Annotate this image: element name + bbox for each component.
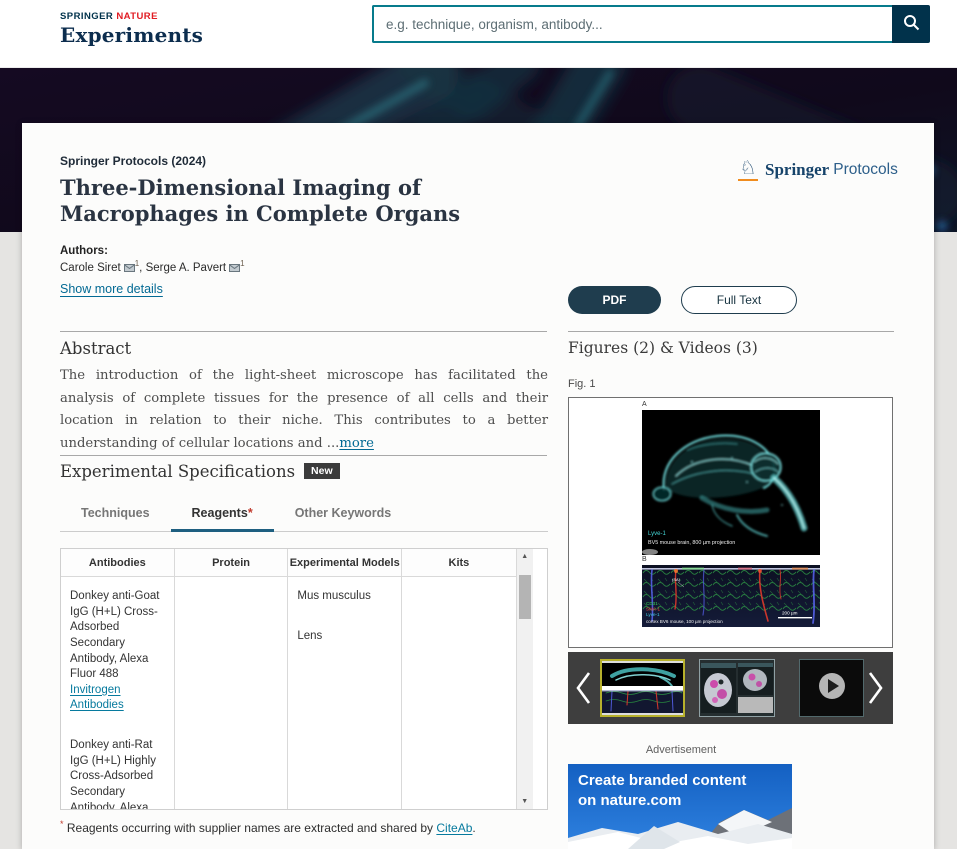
fig1-label: Fig. 1 bbox=[568, 378, 596, 390]
tab-techniques[interactable]: Techniques bbox=[60, 504, 171, 531]
advertisement-label: Advertisement bbox=[568, 744, 794, 756]
panel-b-annotation: (SA) bbox=[672, 577, 681, 582]
panel-a-label: A bbox=[642, 401, 647, 408]
column-protein: Protein bbox=[175, 549, 289, 809]
panel-b-caption: cortex BV6 mouse, 100 µm projection bbox=[646, 619, 723, 624]
new-badge: New bbox=[304, 463, 340, 479]
abstract-heading: Abstract bbox=[60, 339, 131, 358]
panel-b-label: B bbox=[642, 556, 647, 563]
panel-b-stain2: SMA-1 bbox=[646, 607, 660, 612]
antibody-item: Donkey anti-Rat IgG (H+L) Highly Cross-A… bbox=[70, 738, 165, 810]
panel-b-scalebar: 200 µm bbox=[782, 611, 798, 616]
column-header: Kits bbox=[402, 549, 516, 577]
scroll-down-icon[interactable]: ▼ bbox=[517, 798, 533, 805]
play-icon bbox=[817, 671, 847, 706]
cortex-microscopy-image: (SA) CD31 SMA-1 Lyve-1 cortex BV6 mouse,… bbox=[642, 565, 820, 627]
column-header: Antibodies bbox=[61, 549, 174, 577]
divider bbox=[568, 331, 894, 332]
article-card: Springer Protocols (2024) Three-Dimensio… bbox=[22, 123, 934, 849]
model-item: Mus musculus bbox=[297, 589, 392, 605]
author-separator: , bbox=[139, 262, 142, 274]
author[interactable]: Serge A. Pavert1 bbox=[146, 262, 245, 274]
models-cell: Mus musculus Lens bbox=[288, 577, 401, 656]
carousel-thumb-fig2[interactable] bbox=[699, 659, 775, 717]
supplier-link-invitrogen[interactable]: Invitrogen Antibodies bbox=[70, 684, 124, 712]
column-antibodies: Antibodies Donkey anti-Goat IgG (H+L) Cr… bbox=[61, 549, 175, 809]
search-icon bbox=[903, 14, 920, 34]
pdf-button[interactable]: PDF bbox=[568, 286, 661, 314]
site-logo[interactable]: SPRINGER NATURE Experiments bbox=[60, 11, 203, 47]
figure-carousel bbox=[568, 652, 893, 724]
reagents-asterisk: * bbox=[248, 506, 253, 520]
search-bar bbox=[372, 5, 930, 43]
search-button[interactable] bbox=[892, 5, 930, 43]
full-text-button[interactable]: Full Text bbox=[681, 286, 797, 314]
chevron-right-icon[interactable] bbox=[867, 670, 885, 711]
column-header: Protein bbox=[175, 549, 288, 577]
divider bbox=[60, 455, 547, 456]
authors-label: Authors: bbox=[60, 245, 108, 257]
specs-tabs: Techniques Reagents* Other Keywords bbox=[60, 504, 548, 532]
brand-line: SPRINGER NATURE bbox=[60, 11, 203, 22]
specs-heading: Experimental SpecificationsNew bbox=[60, 462, 340, 481]
publisher-word-bold: Springer bbox=[765, 160, 829, 180]
ad-text: Create branded content on nature.com bbox=[578, 771, 746, 812]
panel-a-stain-label: Lyve-1 bbox=[648, 531, 666, 537]
scrollbar-thumb[interactable] bbox=[519, 575, 531, 619]
citeab-link[interactable]: CiteAb bbox=[436, 821, 472, 835]
top-header: SPRINGER NATURE Experiments bbox=[0, 0, 957, 68]
divider bbox=[60, 331, 547, 332]
column-kits: Kits bbox=[402, 549, 516, 809]
brand-springer: SPRINGER bbox=[60, 11, 113, 22]
table-scrollbar[interactable]: ▲ ▼ bbox=[516, 549, 533, 809]
tab-reagents[interactable]: Reagents* bbox=[171, 504, 274, 532]
tab-other-keywords[interactable]: Other Keywords bbox=[274, 504, 413, 531]
column-header: Experimental Models bbox=[288, 549, 401, 577]
reagents-table: Antibodies Donkey anti-Goat IgG (H+L) Cr… bbox=[60, 548, 548, 810]
search-input[interactable] bbox=[372, 5, 892, 43]
brand-product: Experiments bbox=[60, 23, 203, 47]
publisher-word-light: Protocols bbox=[833, 161, 898, 179]
show-more-details-link[interactable]: Show more details bbox=[60, 282, 163, 296]
chevron-left-icon[interactable] bbox=[574, 670, 592, 711]
model-item: Lens bbox=[297, 629, 392, 645]
scroll-up-icon[interactable]: ▲ bbox=[517, 553, 533, 560]
carousel-thumb-video[interactable] bbox=[799, 659, 864, 717]
kits-cell bbox=[402, 577, 516, 601]
brain-microscopy-image: Lyve-1 BV5 mouse brain, 800 µm projectio… bbox=[642, 410, 820, 555]
springer-protocols-logo[interactable]: ♘ Springer Protocols bbox=[738, 159, 898, 181]
panel-b-stain1: CD31 bbox=[646, 601, 658, 606]
abstract-more-link[interactable]: more bbox=[339, 436, 374, 451]
brand-nature: NATURE bbox=[116, 11, 158, 22]
article-title: Three-Dimensional Imaging of Macrophages… bbox=[60, 175, 534, 228]
protein-cell bbox=[175, 577, 288, 601]
figures-heading: Figures (2) & Videos (3) bbox=[568, 339, 758, 357]
carousel-thumb-fig1-selected[interactable] bbox=[600, 659, 685, 717]
panel-b-stain3: Lyve-1 bbox=[646, 612, 660, 617]
reagents-footnote: * Reagents occurring with supplier names… bbox=[60, 819, 476, 835]
advertisement-banner[interactable]: Create branded content on nature.com bbox=[568, 764, 792, 849]
email-icon[interactable] bbox=[229, 263, 240, 275]
column-experimental-models: Experimental Models Mus musculus Lens bbox=[288, 549, 402, 809]
abstract-text: The introduction of the light-sheet micr… bbox=[60, 365, 548, 456]
source-line: Springer Protocols (2024) bbox=[60, 154, 206, 168]
email-icon[interactable] bbox=[124, 263, 135, 275]
author[interactable]: Carole Siret1 bbox=[60, 262, 139, 274]
panel-a-caption: BV5 mouse brain, 800 µm projection bbox=[648, 540, 735, 546]
figure-viewer[interactable]: A bbox=[568, 397, 893, 648]
authors-list: Carole Siret1, Serge A. Pavert1 bbox=[60, 259, 245, 275]
antibody-item: Donkey anti-Goat IgG (H+L) Cross-Adsorbe… bbox=[70, 589, 165, 683]
springer-knight-icon: ♘ bbox=[738, 159, 758, 181]
page: SPRINGER NATURE Experiments bbox=[0, 0, 957, 849]
antibodies-cell: Donkey anti-Goat IgG (H+L) Cross-Adsorbe… bbox=[61, 577, 174, 810]
